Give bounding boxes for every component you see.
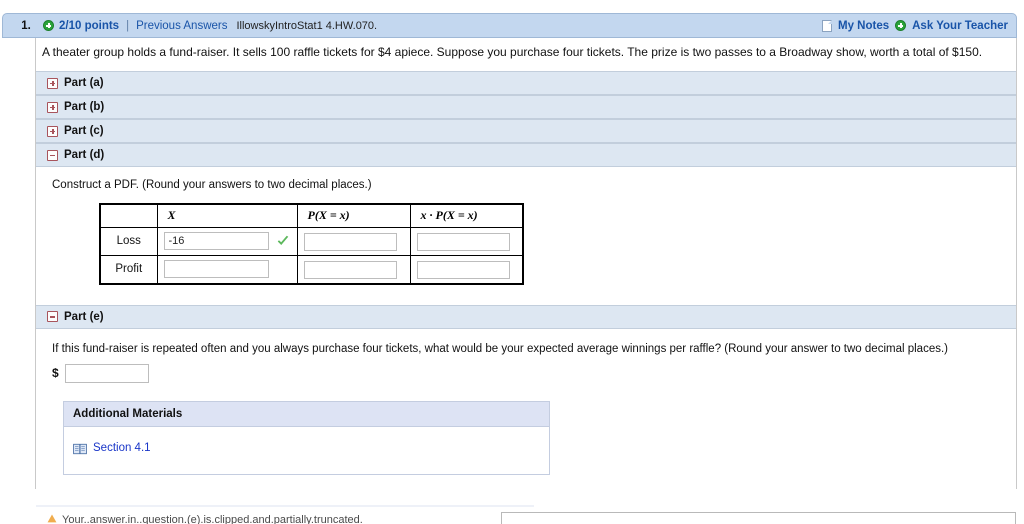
ask-your-teacher-link[interactable]: Ask Your Teacher [912,20,1008,32]
header-prob: P(X = x) [296,203,411,228]
part-e-prompt: If this fund-raiser is repeated often an… [52,342,948,355]
plus-circle-icon[interactable] [43,20,54,31]
cell-loss-x [156,226,298,256]
input-loss-xprob[interactable] [416,232,510,251]
input-expected-value[interactable] [64,363,149,383]
cell-profit-prob [296,254,411,284]
part-label-c: Part (c) [64,125,104,137]
question-stem: A theater group holds a fund-raiser. It … [42,45,983,59]
part-label-b: Part (b) [64,101,105,113]
header-separator: | [126,19,130,32]
row-label-loss: Loss [99,226,158,256]
footer-note-text: Your..answer.in..question.(e).is.clipped… [62,514,363,524]
cell-profit-x [156,254,298,284]
previous-answers-link[interactable]: Previous Answers [136,20,227,32]
ask-teacher-plus-icon[interactable] [895,20,907,31]
additional-materials-body: Section 4.1 [64,427,549,474]
my-notes-link[interactable]: My Notes [838,20,889,32]
additional-materials-title: Additional Materials [64,401,549,427]
header-right-group: My Notes Ask Your Teacher [822,19,1008,32]
currency-symbol: $ [52,366,59,380]
input-profit-prob[interactable] [303,260,397,279]
assignment-question-page: 1. 2/10 points | Previous Answers Illows… [0,0,1024,524]
header-left-group: 2/10 points | Previous Answers IllowskyI… [43,20,822,32]
warning-icon [47,514,57,523]
question-reference: IllowskyIntroStat1 4.HW.070. [236,19,378,32]
table-header-row: X P(X = x) x · P(X = x) [99,203,524,228]
question-body: A theater group holds a fund-raiser. It … [35,38,1017,489]
minus-box-icon[interactable] [47,149,58,161]
minus-box-icon[interactable] [47,311,58,322]
additional-materials-panel: Additional Materials Section 4.1 [63,400,550,475]
input-profit-x[interactable] [163,260,269,278]
part-bar-a[interactable]: Part (a) [36,71,1016,95]
part-label-d: Part (d) [64,149,105,161]
cell-loss-xprob [409,226,524,256]
input-loss-x[interactable] [163,232,269,250]
plus-box-icon[interactable] [47,101,58,113]
cell-profit-xprob [409,254,524,284]
book-icon [73,442,87,455]
question-header-bar: 1. 2/10 points | Previous Answers Illows… [2,13,1017,38]
pdf-table: X P(X = x) x · P(X = x) Loss -16 Profit [99,203,524,285]
plus-box-icon[interactable] [47,77,58,89]
note-page-icon[interactable] [822,19,832,32]
input-profit-xprob[interactable] [416,260,510,279]
part-bar-d[interactable]: Part (d) [36,143,1016,167]
part-e-answer-row: $ [52,363,1006,383]
footer-note: Your..answer.in..question.(e).is.clipped… [47,514,363,524]
question-number: 1. [21,19,31,32]
footer-panel [501,512,1016,524]
part-bar-e[interactable]: Part (e) [36,304,1016,329]
section-link[interactable]: Section 4.1 [93,442,151,454]
header-blank [99,203,158,228]
part-d-content: Construct a PDF. (Round your answers to … [36,167,1016,305]
part-label-e: Part (e) [64,310,104,323]
part-label-a: Part (a) [64,77,104,89]
plus-box-icon[interactable] [47,125,58,137]
part-bar-c[interactable]: Part (c) [36,119,1016,143]
green-check-icon [276,234,290,248]
cell-loss-prob [296,226,411,256]
table-row-loss: Loss [99,226,524,256]
row-label-profit: Profit [99,254,158,284]
part-bar-b[interactable]: Part (b) [36,95,1016,119]
table-row-profit: Profit [99,254,524,284]
input-loss-prob[interactable] [303,232,397,251]
footer-divider [36,505,534,507]
header-x: X [156,203,298,228]
part-d-prompt: Construct a PDF. (Round your answers to … [52,179,372,191]
header-x-times-prob: x · P(X = x) [409,203,524,228]
part-e-content: If this fund-raiser is repeated often an… [36,328,1016,489]
points-label: 2/10 points [59,19,120,32]
